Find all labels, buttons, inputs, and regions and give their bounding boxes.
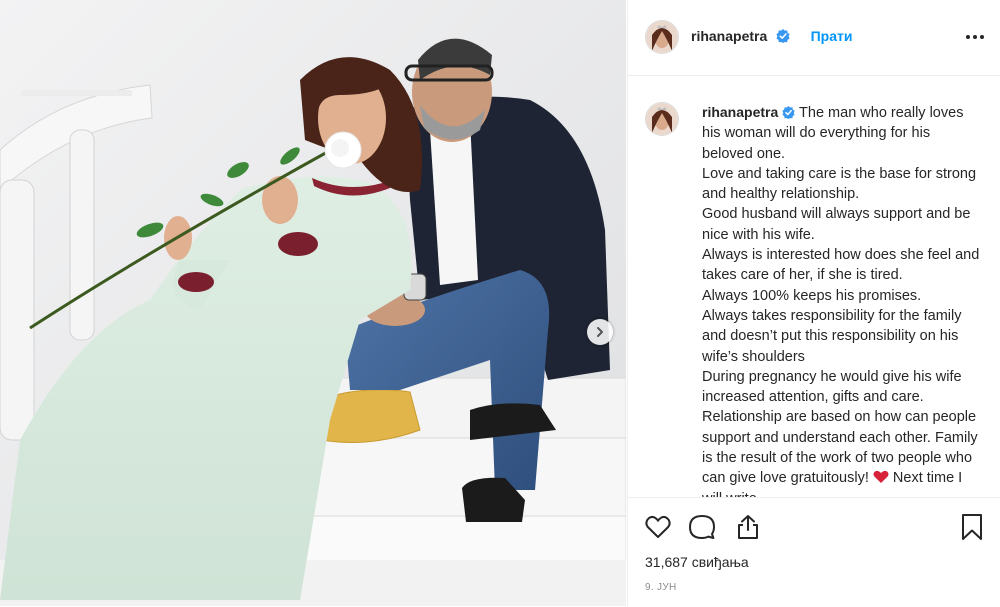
caption-username[interactable]: rihanapetra xyxy=(702,104,778,120)
comment-button[interactable] xyxy=(688,513,716,541)
caption-author-avatar[interactable] xyxy=(645,102,679,136)
instagram-post: rihanapetra Прати rihanapetra The man wh… xyxy=(0,0,1000,606)
post-side-panel: rihanapetra Прати rihanapetra The man wh… xyxy=(627,0,1000,606)
follow-button[interactable]: Прати xyxy=(811,28,853,44)
author-avatar[interactable] xyxy=(645,20,679,54)
more-options-icon xyxy=(966,35,984,39)
avatar-image xyxy=(646,21,678,53)
photo-illustration xyxy=(0,0,626,606)
share-button[interactable] xyxy=(734,513,762,541)
verified-badge-icon xyxy=(776,29,790,43)
chevron-right-icon xyxy=(597,327,603,337)
avatar-image xyxy=(646,103,678,135)
post-actions: 31,687 свиђања 9. ЈУН xyxy=(628,497,1000,607)
caption-line: Good husband will always support and be … xyxy=(702,206,971,243)
caption-line: rihanapetra The man who really loves his… xyxy=(702,102,982,164)
bookmark-icon xyxy=(962,514,982,540)
post-photo[interactable] xyxy=(0,0,626,606)
caption-line: Love and taking care is the base for str… xyxy=(702,165,977,203)
post-caption: rihanapetra The man who really loves his… xyxy=(702,102,982,497)
caption-line: Always takes responsibility for the fami… xyxy=(702,307,962,365)
post-header: rihanapetra Прати xyxy=(628,0,1000,76)
author-username[interactable]: rihanapetra xyxy=(691,28,767,44)
more-options-button[interactable] xyxy=(964,26,986,48)
heart-icon xyxy=(645,515,671,538)
caption-line: During pregnancy he would give his wife … xyxy=(702,368,962,406)
like-button[interactable] xyxy=(644,513,672,541)
verified-badge-icon xyxy=(782,106,795,119)
caption-line: Always is interested how does she feel a… xyxy=(702,247,980,284)
share-icon xyxy=(738,515,758,539)
caption-line: Relationship are based on how can people… xyxy=(702,407,982,497)
carousel-next-button[interactable] xyxy=(587,319,613,345)
header-user-row: rihanapetra Прати xyxy=(691,28,852,46)
post-date[interactable]: 9. ЈУН xyxy=(645,582,677,593)
comment-icon xyxy=(689,515,715,539)
save-button[interactable] xyxy=(958,513,986,541)
caption-line: Always 100% keeps his promises. xyxy=(702,287,922,304)
caption-scroll-area[interactable]: rihanapetra The man who really loves his… xyxy=(628,76,1000,497)
likes-count[interactable]: 31,687 свиђања xyxy=(645,554,749,570)
red-heart-emoji xyxy=(873,471,889,484)
